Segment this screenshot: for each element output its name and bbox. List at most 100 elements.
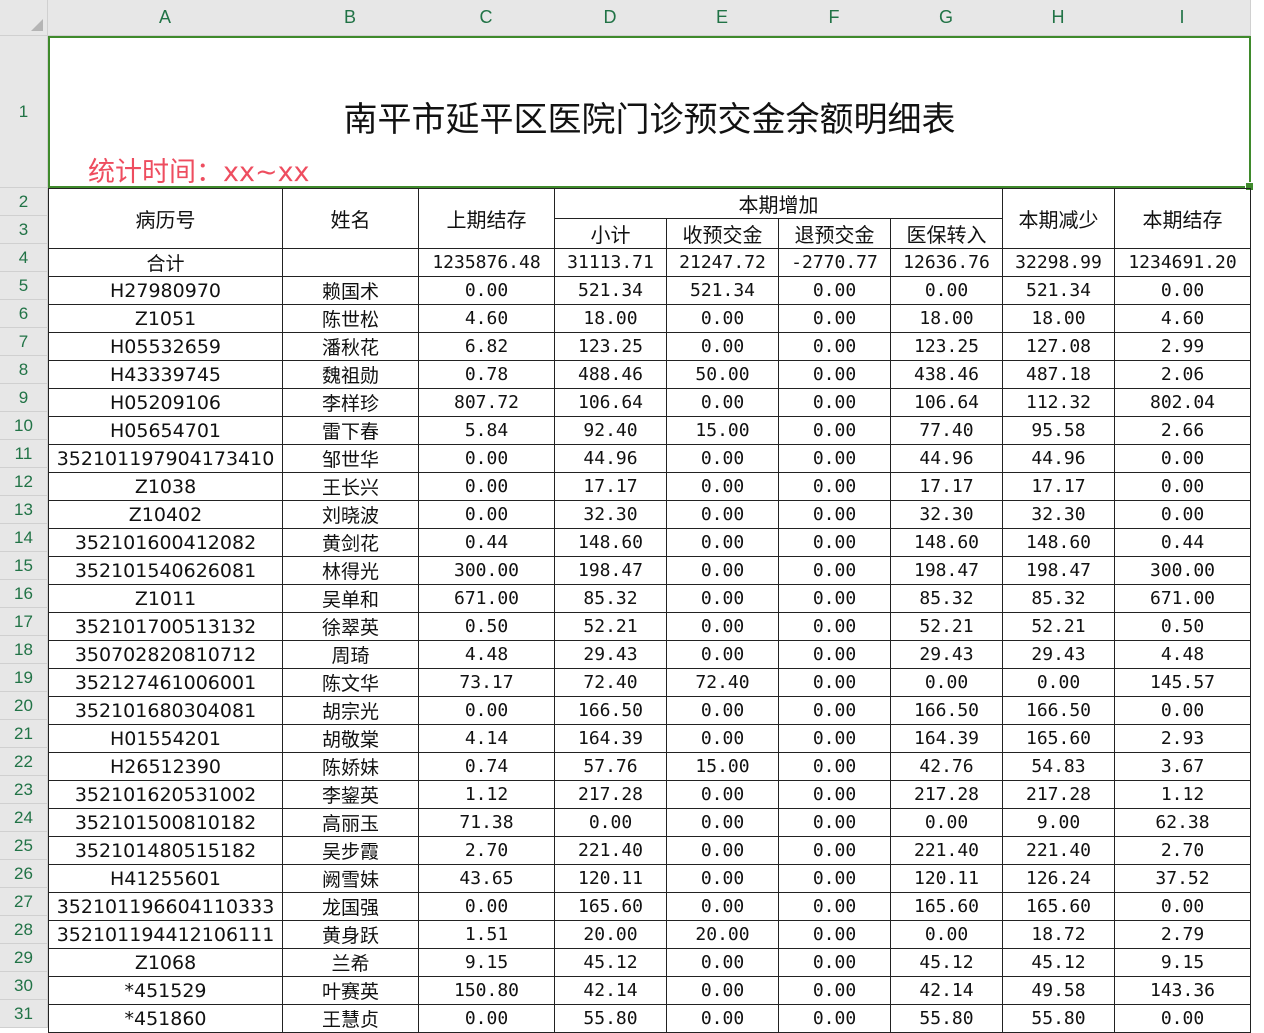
cell-name[interactable]: 龙国强 [282, 892, 419, 921]
cell-refund[interactable]: 0.00 [778, 444, 891, 473]
cell-subtotal[interactable]: 45.12 [554, 948, 667, 977]
cell-insurance[interactable]: 106.64 [890, 388, 1003, 417]
cell-deposit[interactable]: 0.00 [666, 780, 779, 809]
cell-subtotal[interactable]: 198.47 [554, 556, 667, 585]
cell-insurance[interactable]: 17.17 [890, 472, 1003, 501]
cell-decrease[interactable]: 0.00 [1002, 668, 1115, 697]
cell-decrease[interactable]: 54.83 [1002, 752, 1115, 781]
row-header-21[interactable]: 21 [0, 720, 48, 748]
cell-record-no[interactable]: H26512390 [48, 752, 283, 781]
cell-subtotal[interactable]: 0.00 [554, 808, 667, 837]
cell-insurance[interactable]: 166.50 [890, 696, 1003, 725]
cell-refund[interactable]: 0.00 [778, 696, 891, 725]
cell-balance[interactable]: 0.00 [1114, 696, 1251, 725]
cell-insurance[interactable]: 217.28 [890, 780, 1003, 809]
cell-subtotal[interactable]: 42.14 [554, 976, 667, 1005]
cell-deposit[interactable]: 0.00 [666, 892, 779, 921]
cell-decrease[interactable]: 9.00 [1002, 808, 1115, 837]
cell-prev[interactable]: 2.70 [418, 836, 555, 865]
cell-deposit[interactable]: 0.00 [666, 864, 779, 893]
cell-prev[interactable]: 807.72 [418, 388, 555, 417]
cell-balance[interactable]: 0.00 [1114, 472, 1251, 501]
cell-insurance[interactable]: 0.00 [890, 668, 1003, 697]
cell-record-no[interactable]: H05209106 [48, 388, 283, 417]
header-increase[interactable]: 本期增加 [554, 188, 1003, 219]
row-header-31[interactable]: 31 [0, 1000, 48, 1028]
cell-name[interactable]: 兰希 [282, 948, 419, 977]
cell-record-no[interactable]: 352101700513132 [48, 612, 283, 641]
cell-refund[interactable]: 0.00 [778, 304, 891, 333]
row-header-12[interactable]: 12 [0, 468, 48, 496]
cell-decrease[interactable]: 198.47 [1002, 556, 1115, 585]
cell-balance[interactable]: 145.57 [1114, 668, 1251, 697]
row-header-13[interactable]: 13 [0, 496, 48, 524]
cell-refund[interactable]: 0.00 [778, 360, 891, 389]
cell-decrease[interactable]: 52.21 [1002, 612, 1115, 641]
cell-deposit[interactable]: 0.00 [666, 528, 779, 557]
cell-record-no[interactable]: H43339745 [48, 360, 283, 389]
cell-deposit[interactable]: 0.00 [666, 640, 779, 669]
cell-insurance[interactable]: 55.80 [890, 1004, 1003, 1033]
cell-decrease[interactable]: 18.72 [1002, 920, 1115, 949]
cell-refund[interactable]: 0.00 [778, 1004, 891, 1033]
cell-insurance[interactable]: 164.39 [890, 724, 1003, 753]
cell-record-no[interactable]: Z1038 [48, 472, 283, 501]
cell-deposit[interactable]: 0.00 [666, 332, 779, 361]
total-label[interactable]: 合计 [48, 248, 283, 277]
cell-record-no[interactable]: *451860 [48, 1004, 283, 1033]
row-header-29[interactable]: 29 [0, 944, 48, 972]
cell-name[interactable]: 吴步霞 [282, 836, 419, 865]
column-header-h[interactable]: H [1002, 0, 1115, 36]
column-header-i[interactable]: I [1114, 0, 1251, 36]
total-decrease[interactable]: 32298.99 [1002, 248, 1115, 277]
cell-prev[interactable]: 0.74 [418, 752, 555, 781]
cell-subtotal[interactable]: 123.25 [554, 332, 667, 361]
cell-deposit[interactable]: 20.00 [666, 920, 779, 949]
cell-decrease[interactable]: 29.43 [1002, 640, 1115, 669]
cell-record-no[interactable]: H05532659 [48, 332, 283, 361]
cell-insurance[interactable]: 198.47 [890, 556, 1003, 585]
cell-name[interactable]: 李样珍 [282, 388, 419, 417]
column-header-b[interactable]: B [282, 0, 419, 36]
cell-insurance[interactable]: 0.00 [890, 920, 1003, 949]
cell-balance[interactable]: 300.00 [1114, 556, 1251, 585]
row-header-23[interactable]: 23 [0, 776, 48, 804]
total-refund[interactable]: -2770.77 [778, 248, 891, 277]
cell-prev[interactable]: 0.00 [418, 444, 555, 473]
row-header-5[interactable]: 5 [0, 272, 48, 300]
cell-name[interactable]: 陈文华 [282, 668, 419, 697]
cell-deposit[interactable]: 0.00 [666, 948, 779, 977]
row-header-8[interactable]: 8 [0, 356, 48, 384]
cell-subtotal[interactable]: 29.43 [554, 640, 667, 669]
cell-deposit[interactable]: 0.00 [666, 836, 779, 865]
row-header-3[interactable]: 3 [0, 216, 48, 244]
cell-balance[interactable]: 4.48 [1114, 640, 1251, 669]
cell-refund[interactable]: 0.00 [778, 892, 891, 921]
cell-record-no[interactable]: H01554201 [48, 724, 283, 753]
cell-deposit[interactable]: 0.00 [666, 556, 779, 585]
cell-deposit[interactable]: 521.34 [666, 276, 779, 305]
cell-balance[interactable]: 0.00 [1114, 276, 1251, 305]
cell-decrease[interactable]: 487.18 [1002, 360, 1115, 389]
row-header-18[interactable]: 18 [0, 636, 48, 664]
cell-insurance[interactable]: 42.14 [890, 976, 1003, 1005]
cell-deposit[interactable]: 0.00 [666, 612, 779, 641]
cell-decrease[interactable]: 126.24 [1002, 864, 1115, 893]
cell-name[interactable]: 黄剑花 [282, 528, 419, 557]
cell-name[interactable]: 黄身跃 [282, 920, 419, 949]
cell-balance[interactable]: 2.79 [1114, 920, 1251, 949]
cell-refund[interactable]: 0.00 [778, 416, 891, 445]
cell-refund[interactable]: 0.00 [778, 668, 891, 697]
column-header-a[interactable]: A [48, 0, 283, 36]
cell-deposit[interactable]: 0.00 [666, 388, 779, 417]
cell-balance[interactable]: 9.15 [1114, 948, 1251, 977]
cell-prev[interactable]: 0.00 [418, 1004, 555, 1033]
cell-subtotal[interactable]: 165.60 [554, 892, 667, 921]
cell-balance[interactable]: 2.70 [1114, 836, 1251, 865]
column-header-e[interactable]: E [666, 0, 779, 36]
cell-refund[interactable]: 0.00 [778, 864, 891, 893]
cell-subtotal[interactable]: 164.39 [554, 724, 667, 753]
cell-balance[interactable]: 2.99 [1114, 332, 1251, 361]
cell-balance[interactable]: 802.04 [1114, 388, 1251, 417]
cell-refund[interactable]: 0.00 [778, 640, 891, 669]
